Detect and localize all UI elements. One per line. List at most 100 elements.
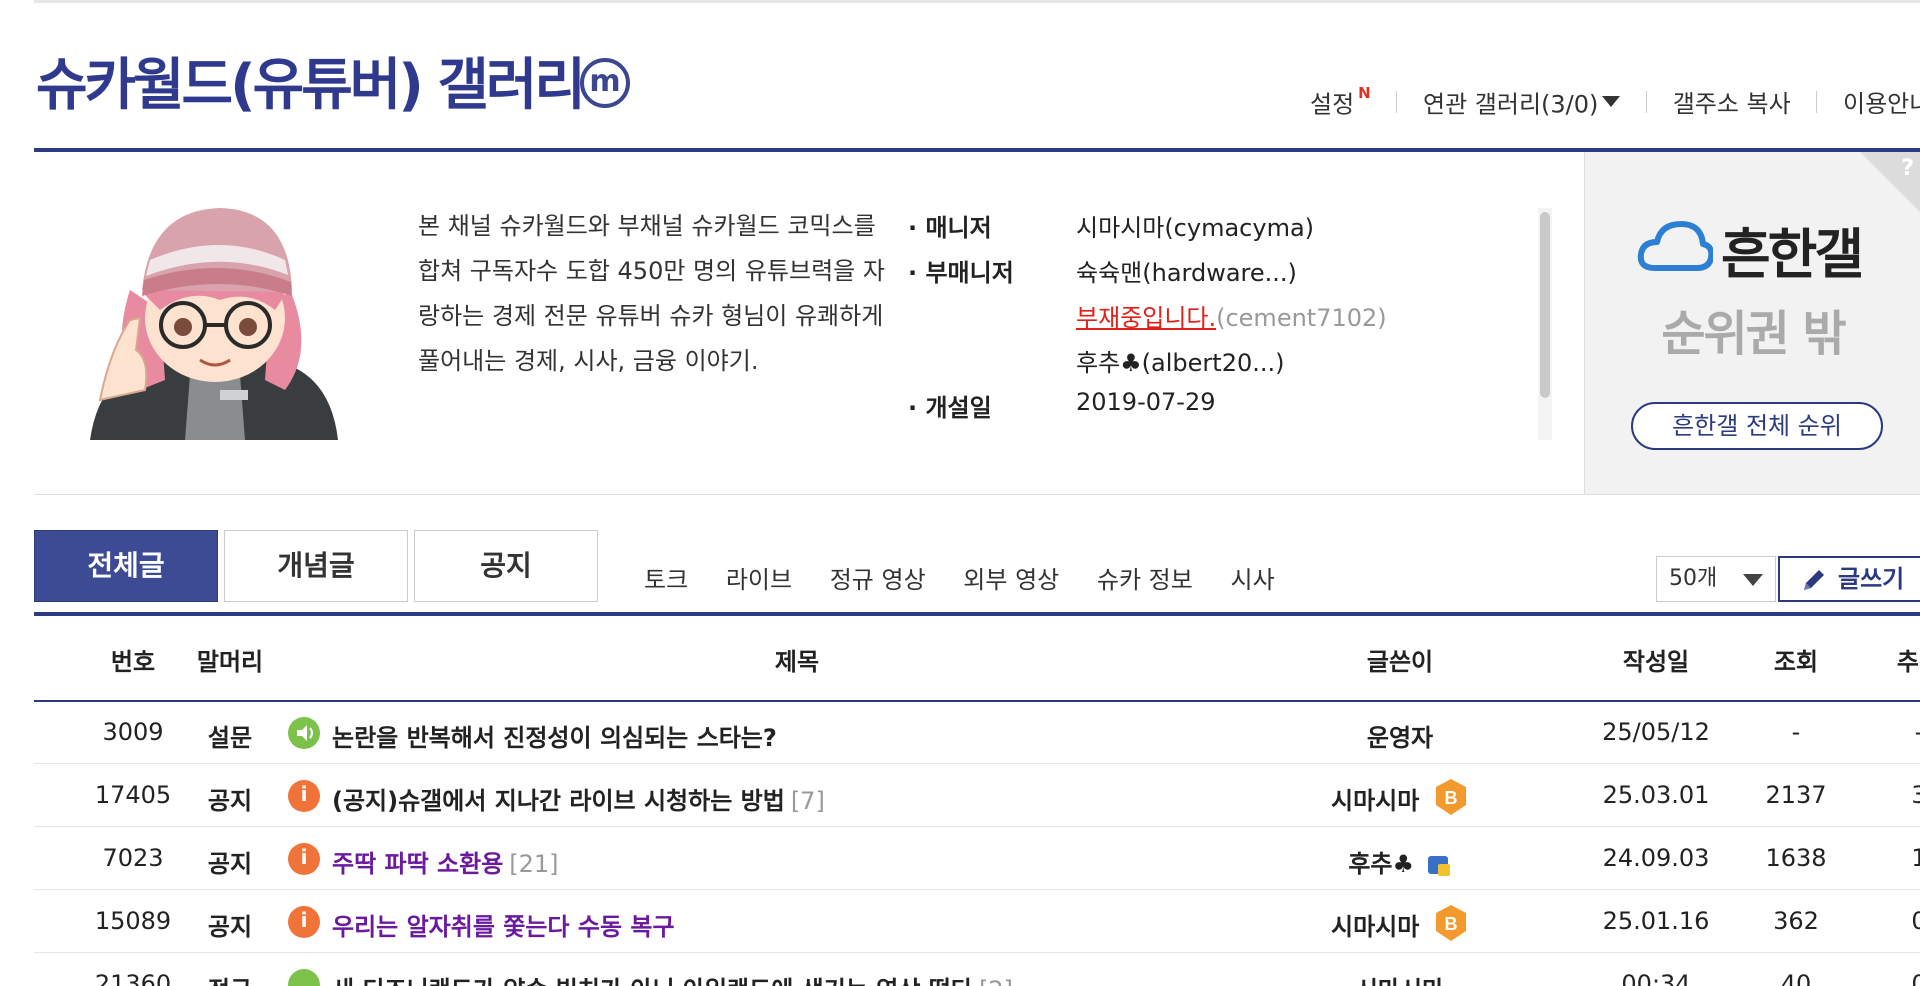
writer-name: 운영자 [1366,724,1434,752]
new-badge: N [1358,84,1371,102]
row-title-text: 새 디즈니랜드가 약속 빌치가 아닌 아일랜드에 생기는 영상 떴다 [332,976,973,986]
table-row[interactable]: 17405 공지 i (공지)슈갤에서 지나간 라이브 시청하는 방법 [7] 시… [34,765,1920,827]
manager-badge-icon: B [1435,779,1466,815]
opened-label: · 개설일 [908,394,992,422]
row-writer[interactable]: 후추♣ [1278,844,1522,879]
head-tab-regular-video[interactable]: 정규 영상 [830,560,926,595]
row-writer[interactable]: 운영자 [1278,718,1522,753]
column-recommend: 추천 [1896,648,1920,676]
copy-address-link[interactable]: 갤주소 복사 [1673,90,1791,118]
table-row[interactable]: 3009 설문 논란을 반복해서 진정성이 의심되는 스타는? 운영자 25/0… [34,702,1920,764]
row-recommend: 3 [1911,781,1920,809]
sub-manager-icon [1427,856,1450,876]
column-head: 말머리 [196,648,264,676]
list-count-select[interactable]: 50개 [1656,556,1776,602]
table-header: 번호 말머리 제목 글쓴이 작성일 조회 추천 [34,618,1920,702]
head-tab-live[interactable]: 라이브 [726,560,792,595]
writer-name: 시마시마 [1356,976,1444,986]
cloud-icon [1637,221,1713,271]
divider [1646,90,1648,113]
divider [1816,90,1818,113]
rank-all-button[interactable]: 흔한갤 전체 순위 [1631,402,1883,450]
minor-gallery-icon: m [580,58,630,108]
speaker-icon [288,717,320,749]
row-writer[interactable]: 시마시마 [1278,970,1522,986]
video-icon [288,969,320,986]
list-top-rule [34,612,1920,616]
manager-label: · 매니저 [908,214,992,242]
svg-text:B: B [1444,788,1457,808]
head-tab-talk[interactable]: 토크 [644,560,688,595]
row-title[interactable]: 새 디즈니랜드가 약속 빌치가 아닌 아일랜드에 생기는 영상 떴다 [2] [332,970,1013,986]
head-filter-list: 토크 라이브 정규 영상 외부 영상 슈카 정보 시사 [644,560,1305,595]
row-head: 정규 [178,970,282,986]
reply-count: [7] [790,787,825,815]
info-scrollbar-thumb[interactable] [1540,212,1550,398]
top-links: 설정N 연관 갤러리(3/0) 갤주소 복사 이용안내 [1310,84,1920,119]
row-head: 공지 [207,787,253,815]
row-title[interactable]: (공지)슈갤에서 지나간 라이브 시청하는 방법 [7] [332,781,825,816]
row-title-text: 논란을 반복해서 진정성이 의심되는 스타는? [332,724,777,752]
row-title-text: 주딱 파딱 소환용 [332,850,504,878]
section-divider [34,494,1920,495]
tab-notice[interactable]: 공지 [414,530,598,602]
submanager-value[interactable]: 부재중입니다.(cement7102) [1076,298,1387,333]
info-icon: i [288,780,320,812]
row-title-text: 우리는 알자취를 쫓는다 수동 복구 [332,913,675,941]
column-writer: 글쓴이 [1366,648,1434,676]
reply-count: [21] [509,850,559,878]
absent-status: 부재중입니다. [1076,304,1217,332]
info-icon: i [288,843,320,875]
table-row[interactable]: 15089 공지 i 우리는 알자취를 쫓는다 수동 복구 시마시마 B 25.… [34,891,1920,953]
settings-link[interactable]: 설정 N [1310,84,1371,118]
rank-panel: ? 흔한갤 순위권 밖 흔한갤 전체 순위 [1584,152,1920,494]
writer-name: 후추♣ [1348,850,1415,878]
related-gallery-dropdown[interactable]: 연관 갤러리(3/0) [1423,87,1621,118]
row-writer[interactable]: 시마시마 B [1278,905,1522,949]
gallery-description: 본 채널 슈카월드와 부채널 슈카월드 코믹스를 합쳐 구독자수 도합 450만… [418,212,885,375]
row-title[interactable]: 논란을 반복해서 진정성이 의심되는 스타는? [332,718,777,753]
chevron-down-icon [1602,96,1621,107]
submanager-id: (cement7102) [1216,304,1387,332]
column-title: 제목 [774,648,820,676]
chevron-down-icon [1743,574,1763,586]
help-icon[interactable]: ? [1901,156,1914,181]
rank-logo-text: 흔한갤 [1721,223,1864,286]
row-head: 설문 [207,724,253,752]
svg-text:B: B [1444,914,1457,934]
head-tab-external-video[interactable]: 외부 영상 [963,560,1059,595]
write-button[interactable]: 글쓰기 [1778,556,1920,602]
submanager-value[interactable]: 후추♣(albert20...) [1076,343,1284,378]
row-title[interactable]: 주딱 파딱 소환용 [21] [332,844,559,879]
tab-all[interactable]: 전체글 [34,530,218,602]
head-tab-current-affairs[interactable]: 시사 [1230,560,1274,595]
guide-link[interactable]: 이용안내 [1843,90,1920,118]
manager-badge-icon: B [1435,905,1466,941]
pencil-icon [1804,570,1824,590]
row-writer[interactable]: 시마시마 B [1278,779,1522,823]
manager-value[interactable]: 시마시마(cymacyma) [1076,208,1314,243]
submanager-label: · 부매니저 [908,259,1014,287]
table-row[interactable]: 7023 공지 i 주딱 파딱 소환용 [21] 후추♣ 24.09.03 163… [34,828,1920,890]
row-title-text: (공지)슈갤에서 지나간 라이브 시청하는 방법 [332,787,785,815]
gallery-title[interactable]: 슈카월드(유튜버) 갤러리 [36,40,586,121]
rank-status: 순위권 밖 [1661,306,1846,362]
settings-label: 설정 [1310,90,1355,118]
gallery-avatar [70,200,360,440]
writer-name: 시마시마 [1331,913,1420,941]
reply-count: [2] [979,976,1013,986]
list-count-value: 50개 [1669,566,1718,591]
tab-concept[interactable]: 개념글 [224,530,408,602]
submanager-value[interactable]: 슉슉맨(hardware...) [1076,253,1297,288]
row-recommend: 0 [1911,907,1920,935]
row-recommend: 1 [1911,844,1920,872]
top-border [34,0,1920,3]
write-label: 글쓰기 [1838,565,1905,593]
row-recommend: - [1834,718,1920,746]
row-title[interactable]: 우리는 알자취를 쫓는다 수동 복구 [332,907,675,942]
divider [1396,90,1398,113]
head-tab-shuka-info[interactable]: 슈카 정보 [1097,560,1193,595]
opened-date: 2019-07-29 [1076,388,1216,416]
table-row[interactable]: 21360 정규 새 디즈니랜드가 약속 빌치가 아닌 아일랜드에 생기는 영상… [34,954,1920,986]
related-gallery-label: 연관 갤러리(3/0) [1423,90,1599,118]
